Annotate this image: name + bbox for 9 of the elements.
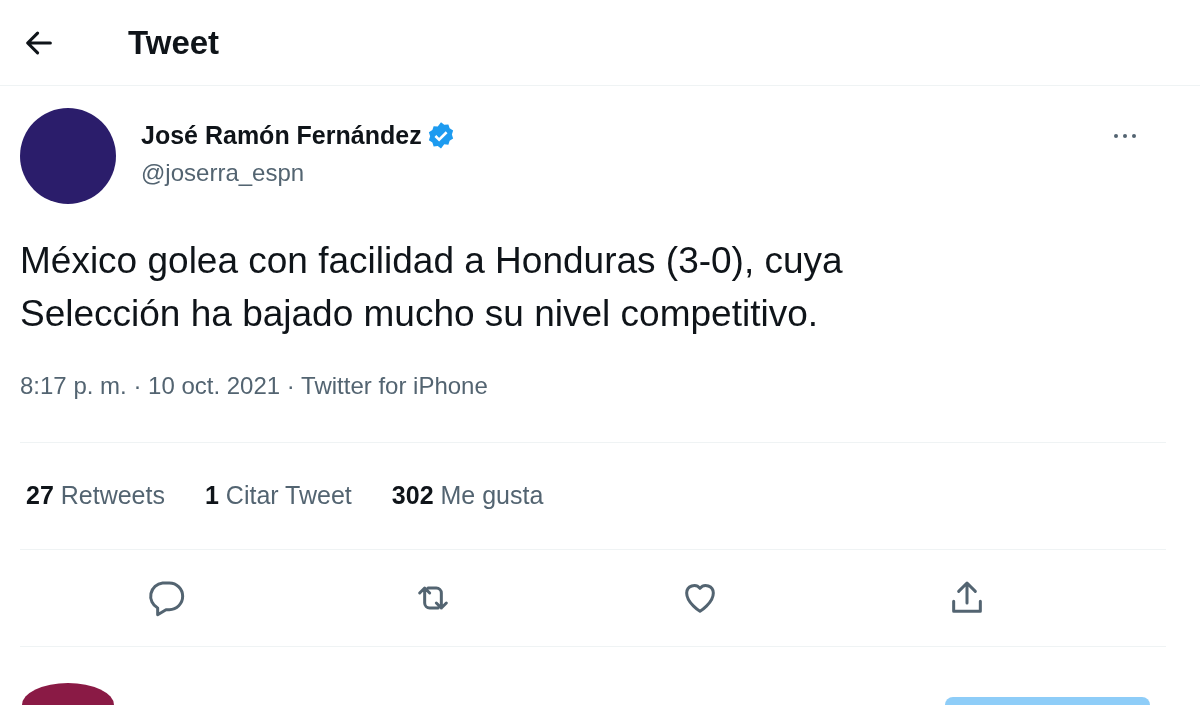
tweet-timestamp: 8:17 p. m. · 10 oct. 2021 · Twitter for iPhone bbox=[19, 371, 489, 401]
page-title: Tweet bbox=[128, 22, 220, 63]
tweet-text: Selección ha bajado mucho su nivel competitivo. bbox=[20, 292, 819, 336]
stat-link[interactable]: 1 Citar Tweet bbox=[205, 477, 352, 515]
tweet-text: México golea con facilidad a Honduras (3-0), cuya bbox=[20, 239, 844, 283]
stat-link[interactable]: 302 Me gusta bbox=[391, 477, 544, 515]
stat-link[interactable]: 27 Retweets bbox=[26, 477, 165, 515]
author-name: José Ramón Fernández bbox=[141, 120, 422, 152]
author-handle[interactable]: @joserra_espn bbox=[141, 154, 1110, 191]
